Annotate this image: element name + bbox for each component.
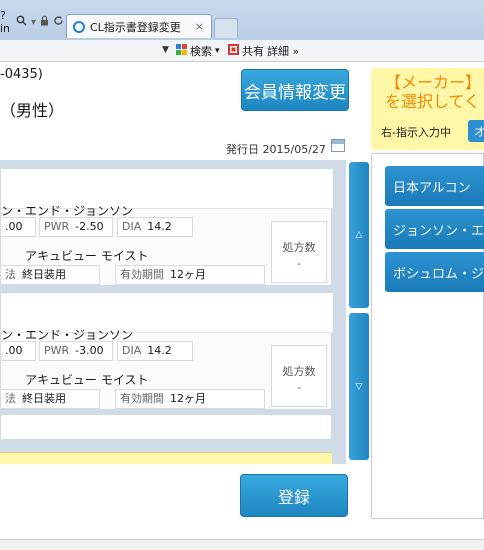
prescription-scroll-area: ン・エンド・ジョンソン アキュビュー モイスト .00 PWR -2.50 DIA…	[0, 160, 340, 464]
search-icon[interactable]	[16, 15, 27, 29]
member-info-edit-button[interactable]: 会員情報変更	[241, 69, 349, 111]
wear-value: 終日装用	[22, 268, 66, 281]
address-text: ?in	[0, 9, 11, 35]
search-menu[interactable]: 検索 ▾	[176, 43, 220, 59]
toolbar-search-icon	[176, 44, 187, 58]
bc-field[interactable]: .00	[0, 217, 36, 237]
input-status: 右-指示入力中	[381, 126, 451, 139]
close-icon[interactable]: ×	[195, 20, 204, 33]
issue-date-label: 発行日	[226, 143, 259, 156]
pwr-label: PWR	[44, 220, 70, 233]
maker-panel-button[interactable]: オ	[468, 120, 484, 142]
calendar-icon[interactable]	[331, 139, 345, 152]
pwr-value: -2.50	[75, 220, 104, 233]
maker-item[interactable]: ボシュロム・ジャパ	[385, 252, 484, 292]
pwr-value: -3.00	[75, 344, 104, 357]
count-label: 処方数	[282, 241, 316, 254]
share-label: 共有	[242, 45, 264, 58]
lens-brand: ン・エンド・ジョンソン アキュビュー モイスト	[1, 169, 333, 263]
dia-value: 14.2	[147, 344, 172, 357]
lock-icon	[40, 15, 49, 29]
issue-date-value: 2015/05/27	[262, 143, 326, 156]
expiry-value: 12ヶ月	[170, 268, 206, 281]
bc-value: .00	[5, 220, 23, 233]
search-label: 検索	[190, 45, 212, 58]
browser-tab[interactable]: CL指示書登録変更 ×	[66, 14, 212, 38]
summary-strip	[0, 452, 332, 464]
maker-panel: 【メーカー】 を選択してく 右-指示入力中 オ	[371, 68, 484, 150]
dia-field[interactable]: DIA 14.2	[117, 341, 193, 361]
count-value: -	[297, 257, 301, 270]
chevron-down-icon: ▾	[215, 46, 220, 56]
bc-field[interactable]: .00	[0, 341, 36, 361]
maker-item[interactable]: 日本アルコン	[385, 166, 484, 206]
prescription-card-empty	[0, 414, 332, 440]
count-value: -	[297, 381, 301, 394]
new-tab-button[interactable]	[214, 18, 238, 38]
command-bar: ▼ 検索 ▾ 共有 詳細 »	[0, 40, 484, 62]
wear-field[interactable]: 法終日装用	[0, 265, 100, 285]
detail-label[interactable]: 詳細 »	[267, 43, 299, 59]
expiry-label: 有効期間	[120, 268, 164, 281]
dropdown-arrow-icon[interactable]: ▾	[31, 17, 36, 28]
lens-brand: ン・エンド・ジョンソン アキュビュー モイスト	[1, 293, 333, 387]
expiry-value: 12ヶ月	[170, 392, 206, 405]
pwr-field[interactable]: PWR -3.00	[39, 341, 113, 361]
wear-label: 法	[5, 392, 16, 405]
dia-label: DIA	[122, 344, 142, 357]
expiry-field[interactable]: 有効期間 12ヶ月	[115, 265, 265, 285]
register-button[interactable]: 登録	[240, 474, 348, 517]
pwr-label: PWR	[44, 344, 70, 357]
issue-date: 発行日 2015/05/27	[226, 141, 326, 157]
scroll-up-button[interactable]: △	[349, 162, 369, 308]
wear-value: 終日装用	[22, 392, 66, 405]
count-label: 処方数	[282, 365, 316, 378]
expiry-field[interactable]: 有効期間 12ヶ月	[115, 389, 265, 409]
expiry-label: 有効期間	[120, 392, 164, 405]
prescription-count[interactable]: 処方数 -	[271, 221, 327, 283]
dia-label: DIA	[122, 220, 142, 233]
prescription-list[interactable]: ン・エンド・ジョンソン アキュビュー モイスト .00 PWR -2.50 DIA…	[0, 160, 346, 464]
ie-icon	[73, 20, 85, 33]
dia-value: 14.2	[147, 220, 172, 233]
address-bar[interactable]: ?in ▾	[0, 8, 64, 36]
dia-field[interactable]: DIA 14.2	[117, 217, 193, 237]
prescription-count[interactable]: 処方数 -	[271, 345, 327, 407]
refresh-icon[interactable]	[53, 15, 64, 29]
prescription-card[interactable]: ン・エンド・ジョンソン アキュビュー モイスト .00 PWR -3.00 DIA…	[0, 292, 333, 410]
maker-list: 日本アルコン ジョンソン・エンド ボシュロム・ジャパ	[371, 153, 484, 519]
share-icon	[228, 44, 239, 58]
prescription-card[interactable]: ン・エンド・ジョンソン アキュビュー モイスト .00 PWR -2.50 DIA…	[0, 168, 333, 286]
member-gender: （男性）	[0, 101, 65, 120]
maker-item[interactable]: ジョンソン・エンド	[385, 209, 484, 249]
pwr-field[interactable]: PWR -2.50	[39, 217, 113, 237]
wear-field[interactable]: 法終日装用	[0, 389, 100, 409]
wear-label: 法	[5, 268, 16, 281]
scroll-down-button[interactable]: ▽	[349, 313, 369, 460]
status-bar	[0, 539, 484, 550]
bc-value: .00	[5, 344, 23, 357]
tab-title: CL指示書登録変更	[90, 20, 181, 34]
share-menu[interactable]: 共有 詳細 »	[228, 43, 299, 59]
chevron-down-icon[interactable]: ▼	[162, 45, 169, 55]
maker-panel-title: 【メーカー】 を選択してく	[385, 73, 482, 111]
member-id: -0435)	[0, 67, 43, 82]
